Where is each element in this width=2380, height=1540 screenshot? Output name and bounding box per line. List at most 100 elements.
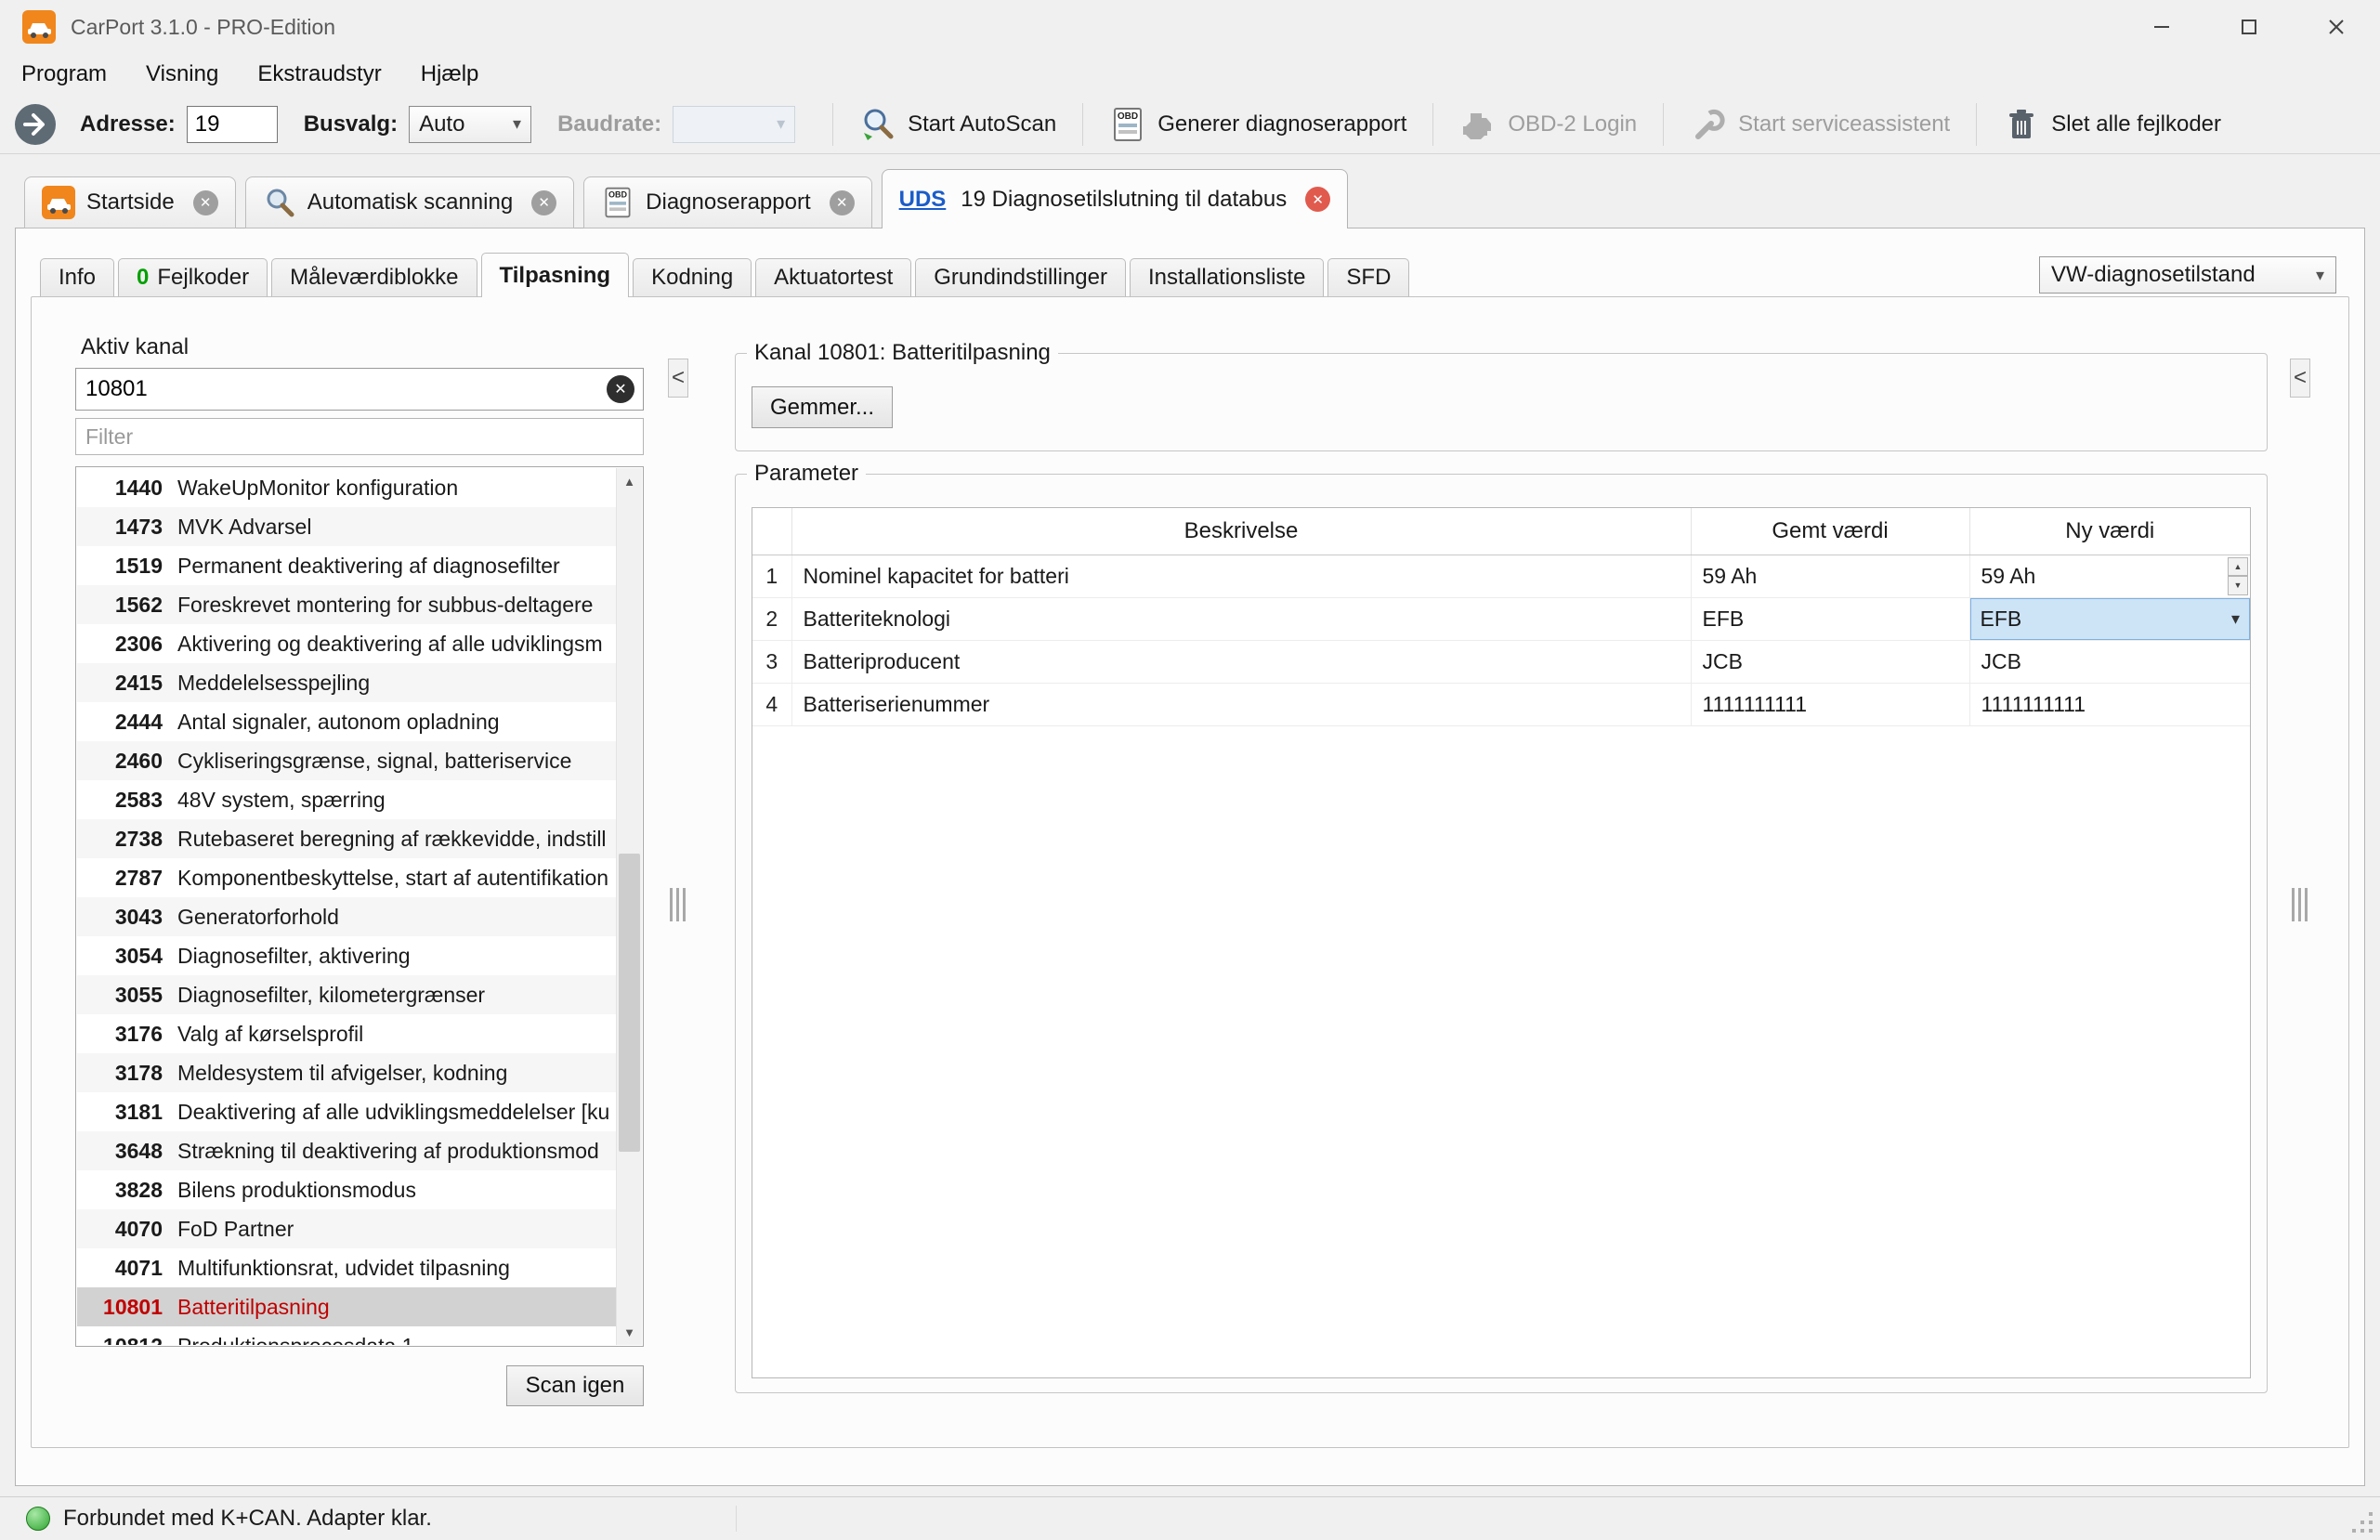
diagnostic-mode-select[interactable]: VW-diagnosetilstand ▾ — [2039, 256, 2336, 294]
channel-list-item[interactable]: 2444 Antal signaler, autonom opladning — [77, 702, 616, 741]
channel-list-scrollbar[interactable]: ▲ ▼ — [616, 468, 642, 1345]
start-autoscan-button[interactable]: Start AutoScan — [844, 98, 1071, 150]
parameter-row[interactable]: 3 Batteriproducent JCB JCB — [752, 640, 2250, 684]
tab-info[interactable]: Info — [40, 258, 115, 296]
tab-kodning[interactable]: Kodning — [633, 258, 752, 296]
clear-dtc-button[interactable]: Slet alle fejlkoder — [1988, 98, 2236, 150]
channel-list-item[interactable]: 3043 Generatorforhold — [77, 897, 616, 936]
tab-aktuatortest[interactable]: Aktuatortest — [755, 258, 912, 296]
channel-list-item[interactable]: 2583 48V system, spærring — [77, 780, 616, 819]
resize-grip[interactable] — [2343, 1503, 2376, 1536]
tab-sfd[interactable]: SFD — [1327, 258, 1410, 296]
channel-list-item[interactable]: 10801 Batteritilpasning — [77, 1287, 616, 1326]
tab-installationsliste[interactable]: Installationsliste — [1130, 258, 1325, 296]
bus-select[interactable]: Auto ▾ — [409, 105, 532, 143]
left-splitter-grip[interactable] — [670, 888, 686, 921]
channel-number: 4070 — [114, 1216, 163, 1241]
beskrivelse-cell: Batteriproducent — [791, 640, 1692, 684]
menu-program[interactable]: Program — [2, 61, 126, 87]
fault-count-badge: 0 — [137, 265, 150, 290]
close-button[interactable] — [2293, 0, 2380, 54]
channel-list-item[interactable]: 3178 Meldesystem til afvigelser, kodning — [77, 1053, 616, 1092]
go-arrow-button[interactable] — [13, 102, 58, 147]
parameter-row[interactable]: 1 Nominel kapacitet for batteri 59 Ah 59 Ah… — [752, 555, 2250, 598]
start-service-assistant-button: Start serviceassistent — [1675, 98, 1965, 150]
channel-list-item[interactable]: 1440 WakeUpMonitor konfiguration — [77, 468, 616, 507]
spinner-down-icon[interactable]: ▼ — [2228, 576, 2248, 595]
parameter-row[interactable]: 2 Batteriteknologi EFB EFB ▾ — [752, 597, 2250, 641]
ny-vaerdi-cell[interactable]: JCB — [1969, 640, 2250, 684]
channel-label: Aktivering og deaktivering af alle udvik… — [177, 631, 603, 656]
channel-list-item[interactable]: 3648 Strækning til deaktivering af produk… — [77, 1131, 616, 1170]
save-button[interactable]: Gemmer... — [752, 386, 893, 428]
active-channel-input[interactable] — [75, 368, 644, 411]
tab-maalevaerdiblokke[interactable]: Måleværdiblokke — [271, 258, 477, 296]
channel-list-item[interactable]: 2787 Komponentbeskyttelse, start af auten… — [77, 858, 616, 897]
menu-ekstraudstyr[interactable]: Ekstraudstyr — [238, 61, 400, 87]
channel-list-item[interactable]: 4070 FoD Partner — [77, 1209, 616, 1248]
tab-diagnoserapport[interactable]: OBD Diagnoserapport ✕ — [583, 176, 872, 228]
scroll-up-icon[interactable]: ▲ — [617, 468, 642, 494]
collapse-left-splitter-button[interactable]: < — [668, 359, 688, 398]
channel-list-item[interactable]: 2306 Aktivering og deaktivering af alle u… — [77, 624, 616, 663]
channel-label: 48V system, spærring — [177, 787, 386, 812]
tab-automatisk-scanning[interactable]: Automatisk scanning ✕ — [244, 176, 575, 228]
tab-uds-diagnose[interactable]: UDS 19 Diagnosetilslutning til databus ✕ — [881, 169, 1349, 228]
obd2-login-button: OBD-2 Login — [1445, 98, 1652, 150]
channel-list-item[interactable]: 1562 Foreskrevet montering for subbus-del… — [77, 585, 616, 624]
statusbar-separator — [736, 1506, 737, 1532]
close-tab-icon[interactable]: ✕ — [531, 189, 557, 215]
menu-hjaelp[interactable]: Hjælp — [401, 61, 499, 87]
chevron-down-icon: ▾ — [513, 114, 522, 133]
ny-vaerdi-cell[interactable]: EFB ▾ — [1969, 597, 2250, 641]
scan-again-button[interactable]: Scan igen — [506, 1365, 644, 1406]
channel-number: 1562 — [114, 592, 163, 617]
channel-list-item[interactable]: 4071 Multifunktionsrat, udvidet tilpasnin… — [77, 1248, 616, 1287]
channel-list-item[interactable]: 3055 Diagnosefilter, kilometergrænser — [77, 975, 616, 1014]
spinner-up-icon[interactable]: ▲ — [2228, 556, 2248, 576]
channel-number: 2415 — [114, 670, 163, 695]
close-tab-icon[interactable]: ✕ — [1305, 187, 1331, 212]
address-label: Adresse: — [80, 111, 176, 137]
channel-label: Generatorforhold — [177, 904, 339, 929]
channel-label: Batteritilpasning — [177, 1294, 330, 1319]
channel-list-item[interactable]: 3054 Diagnosefilter, aktivering — [77, 936, 616, 975]
channel-list-item[interactable]: 3828 Bilens produktionsmodus — [77, 1170, 616, 1209]
channel-label: Rutebaseret beregning af rækkevidde, ind… — [177, 826, 607, 851]
channel-label: Valg af kørselsprofil — [177, 1021, 364, 1046]
channel-list-item[interactable]: 2738 Rutebaseret beregning af rækkevidde,… — [77, 819, 616, 858]
close-tab-icon[interactable]: ✕ — [829, 189, 855, 215]
menu-visning[interactable]: Visning — [126, 61, 238, 87]
address-input[interactable] — [186, 105, 278, 143]
ny-vaerdi-cell[interactable]: 59 Ah ▲ ▼ — [1969, 555, 2250, 598]
clear-icon[interactable]: ✕ — [607, 375, 634, 403]
app-car-icon — [22, 10, 56, 44]
channel-list-item[interactable]: 2460 Cykliseringsgrænse, signal, batteris… — [77, 741, 616, 780]
tab-fejlkoder[interactable]: 0 Fejlkoder — [118, 258, 268, 296]
channel-list-item[interactable]: 1473 MVK Advarsel — [77, 507, 616, 546]
parameter-row[interactable]: 4 Batteriserienummer 1111111111 1111111111 — [752, 683, 2250, 726]
tab-tilpasning[interactable]: Tilpasning — [480, 253, 630, 297]
magnifier-icon — [263, 186, 296, 219]
tab-grundindstillinger[interactable]: Grundindstillinger — [915, 258, 1126, 296]
ny-vaerdi-combo[interactable]: EFB ▾ — [1969, 597, 2250, 639]
right-splitter-grip[interactable] — [2292, 888, 2308, 921]
channel-list-item[interactable]: 10812 Produktionsprocesdata 1 — [77, 1326, 616, 1346]
channel-list-item[interactable]: 1519 Permanent deaktivering af diagnosefi… — [77, 546, 616, 585]
maximize-button[interactable] — [2205, 0, 2293, 54]
channel-list-item[interactable]: 3176 Valg af kørselsprofil — [77, 1014, 616, 1053]
minimize-button[interactable] — [2118, 0, 2205, 54]
scroll-down-icon[interactable]: ▼ — [617, 1319, 642, 1345]
tab-startside[interactable]: Startside ✕ — [24, 176, 236, 228]
ny-vaerdi-spinner[interactable]: ▲ ▼ — [2228, 556, 2248, 595]
channel-filter-input[interactable] — [75, 418, 644, 455]
close-tab-icon[interactable]: ✕ — [192, 189, 218, 215]
channel-list-item[interactable]: 3181 Deaktivering af alle udviklingsmedde… — [77, 1092, 616, 1131]
ny-vaerdi-cell[interactable]: 1111111111 — [1969, 683, 2250, 726]
generate-report-button[interactable]: OBD Generer diagnoserapport — [1094, 98, 1421, 150]
uds-link[interactable]: UDS — [899, 187, 947, 213]
scrollbar-thumb[interactable] — [619, 854, 640, 1153]
tab-label: 19 Diagnosetilslutning til databus — [961, 186, 1288, 212]
channel-list-item[interactable]: 2415 Meddelelsesspejling — [77, 663, 616, 702]
collapse-right-splitter-button[interactable]: < — [2290, 359, 2310, 398]
